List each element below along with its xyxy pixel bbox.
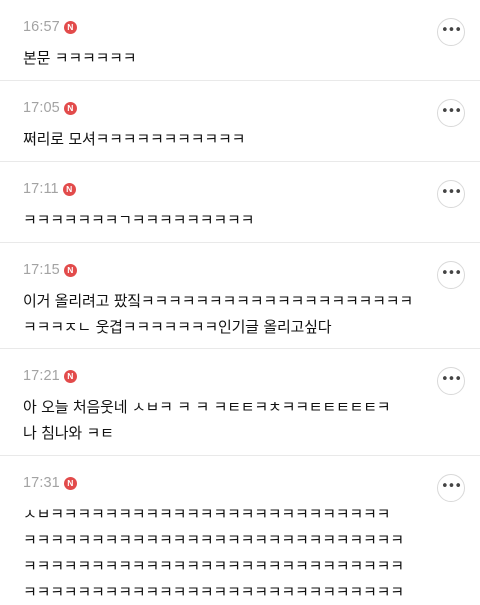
comment-item: 17:21 N 아 오늘 처음웃네 ㅅㅂㅋ ㅋ ㅋ ㅋㅌㅌㅋㅊㅋㅋㅌㅌㅌㅌㅌㅋ … — [0, 349, 480, 456]
comment-text: ㅅㅂㅋㅋㅋㅋㅋㅋㅋㅋㅋㅋㅋㅋㅋㅋㅋㅋㅋㅋㅋㅋㅋㅋㅋㅋㅋ ㅋㅋㅋㅋㅋㅋㅋㅋㅋㅋㅋㅋ… — [23, 505, 404, 601]
new-badge: N — [63, 20, 77, 34]
comment-time: 17:31 — [23, 475, 60, 491]
comment-text: 이거 올리려고 팠짘ㅋㅋㅋㅋㅋㅋㅋㅋㅋㅋㅋㅋㅋㅋㅋㅋㅋㅋㅋㅋ ㅋㅋㅋㅈㄴ 웃겹ㅋ… — [23, 292, 413, 336]
comment-meta: 17:05 N — [23, 99, 420, 117]
new-badge: N — [62, 182, 76, 196]
more-options-button[interactable]: ••• — [437, 18, 465, 46]
comment-text: 아 오늘 처음웃네 ㅅㅂㅋ ㅋ ㅋ ㅋㅌㅌㅋㅊㅋㅋㅌㅌㅌㅌㅌㅋ 나 침나와 ㅋㅌ — [23, 398, 391, 442]
more-options-button[interactable]: ••• — [437, 180, 465, 208]
comment-text: ㅋㅋㅋㅋㅋㅋㅋㄱㅋㅋㅋㅋㅋㅋㅋㅋㅋ — [23, 211, 255, 229]
comment-meta: 17:11 N — [23, 180, 420, 198]
comment-item: 16:57 N 본문 ㅋㅋㅋㅋㅋㅋ ••• — [0, 0, 480, 81]
comment-meta: 17:15 N — [23, 261, 420, 279]
comment-item: 17:31 N ㅅㅂㅋㅋㅋㅋㅋㅋㅋㅋㅋㅋㅋㅋㅋㅋㅋㅋㅋㅋㅋㅋㅋㅋㅋㅋㅋ ㅋㅋㅋㅋ… — [0, 456, 480, 604]
comment-meta: 17:31 N — [23, 474, 420, 492]
new-badge: N — [63, 101, 77, 115]
comment-item: 17:11 N ㅋㅋㅋㅋㅋㅋㅋㄱㅋㅋㅋㅋㅋㅋㅋㅋㅋ ••• — [0, 162, 480, 243]
comment-time: 16:57 — [23, 19, 60, 35]
comment-item: 17:15 N 이거 올리려고 팠짘ㅋㅋㅋㅋㅋㅋㅋㅋㅋㅋㅋㅋㅋㅋㅋㅋㅋㅋㅋㅋ ㅋ… — [0, 243, 480, 349]
comment-meta: 17:21 N — [23, 367, 420, 385]
comment-meta: 16:57 N — [23, 18, 420, 36]
more-options-button[interactable]: ••• — [437, 367, 465, 395]
comment-item: 17:05 N 쩌리로 모셔ㅋㅋㅋㅋㅋㅋㅋㅋㅋㅋㅋ ••• — [0, 81, 480, 162]
comment-time: 17:21 — [23, 368, 60, 384]
ellipsis-icon: ••• — [440, 22, 462, 38]
more-options-button[interactable]: ••• — [437, 99, 465, 127]
comment-time: 17:05 — [23, 100, 60, 116]
comment-time: 17:11 — [23, 181, 59, 197]
ellipsis-icon: ••• — [440, 371, 462, 387]
comment-text: 본문 ㅋㅋㅋㅋㅋㅋ — [23, 49, 137, 67]
ellipsis-icon: ••• — [440, 103, 462, 119]
more-options-button[interactable]: ••• — [437, 474, 465, 502]
ellipsis-icon: ••• — [440, 478, 462, 494]
new-badge: N — [63, 369, 77, 383]
new-badge: N — [63, 263, 77, 277]
more-options-button[interactable]: ••• — [437, 261, 465, 289]
comment-text: 쩌리로 모셔ㅋㅋㅋㅋㅋㅋㅋㅋㅋㅋㅋ — [23, 130, 246, 148]
new-badge: N — [63, 476, 77, 490]
comment-time: 17:15 — [23, 262, 60, 278]
ellipsis-icon: ••• — [440, 184, 462, 200]
ellipsis-icon: ••• — [440, 265, 462, 281]
comment-list: 16:57 N 본문 ㅋㅋㅋㅋㅋㅋ ••• 17:05 N 쩌리로 모셔ㅋㅋㅋㅋ… — [0, 0, 480, 604]
